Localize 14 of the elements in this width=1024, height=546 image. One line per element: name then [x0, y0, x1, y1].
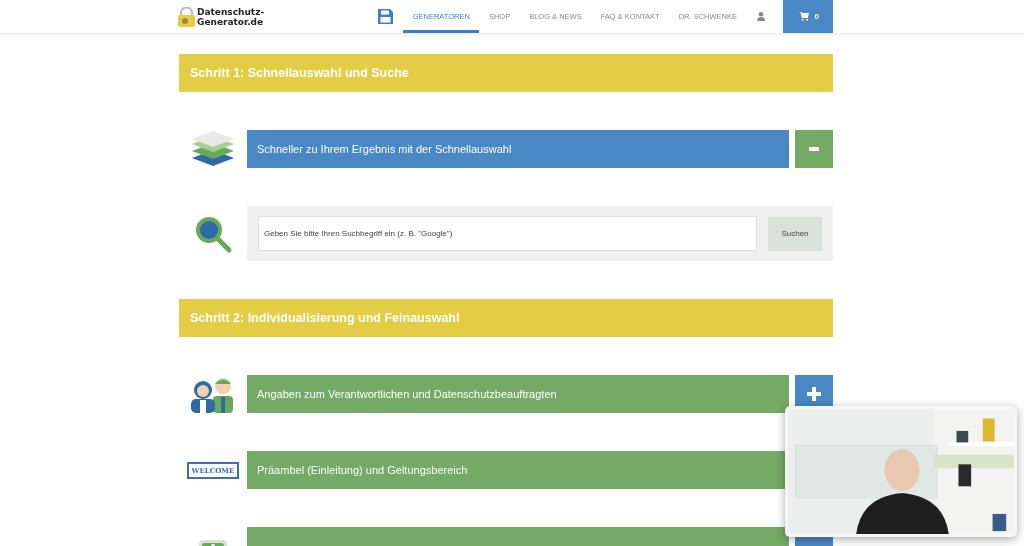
collapse-button[interactable]	[795, 130, 833, 168]
search-field[interactable]: Geben Sie bitte Ihren Suchbegriff ein (z. B. "Google")	[258, 216, 757, 251]
search-button[interactable]: Suchen	[768, 216, 822, 251]
plus-icon	[806, 386, 822, 402]
accordion-header[interactable]: Schneller zu Ihrem Ergebnis mit der Schnellauswahl	[247, 130, 789, 168]
step-heading: Schritt 1: Schnellauswahl und Suche	[179, 54, 833, 92]
logo-text[interactable]: Datenschutz- Generator.de	[197, 6, 265, 27]
user-icon[interactable]	[756, 12, 765, 21]
padlock-icon	[178, 6, 195, 27]
cart-icon	[798, 12, 809, 21]
layers-icon	[190, 130, 236, 168]
accordion-header[interactable]: Angaben zum Verantwortlichen und Datenschutzbeauftragten	[247, 375, 789, 413]
cart-button[interactable]: 0	[782, 0, 833, 33]
step-heading: Schritt 2: Individualisierung und Feinauswahl	[179, 299, 833, 337]
